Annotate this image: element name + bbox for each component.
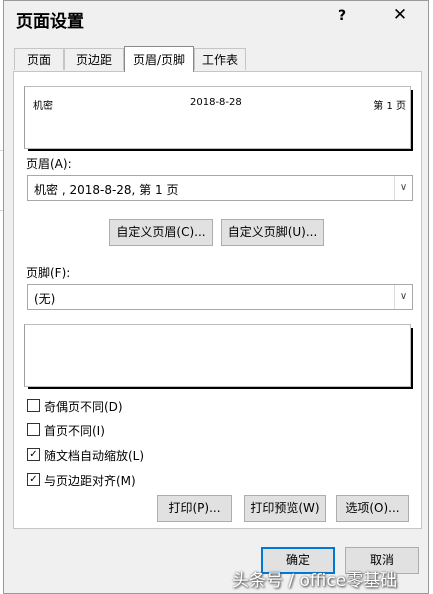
header-dropdown-value: 机密 , 2018-8-28, 第 1 页 xyxy=(34,183,179,197)
watermark-text: 头条号 / office零基础 xyxy=(232,571,398,591)
chevron-down-icon[interactable]: ∨ xyxy=(394,285,412,309)
page-setup-dialog: 页面设置 ? ✕ 页面 页边距 页眉/页脚 工作表 机密 2018-8-28 第… xyxy=(3,0,429,594)
header-preview-center: 2018-8-28 xyxy=(190,97,242,108)
tab-margins[interactable]: 页边距 xyxy=(64,48,124,70)
scale-with-document-label: 随文档自动缩放(L) xyxy=(44,449,145,463)
options-button[interactable]: 选项(O)... xyxy=(336,495,409,522)
checkbox-icon[interactable] xyxy=(27,399,40,412)
check-icon[interactable]: ✓ xyxy=(27,448,40,461)
tab-sheet[interactable]: 工作表 xyxy=(194,48,246,70)
close-button[interactable]: ✕ xyxy=(389,5,411,25)
first-page-label: 首页不同(I) xyxy=(44,424,105,438)
print-preview-button[interactable]: 打印预览(W) xyxy=(244,495,326,522)
header-label: 页眉(A): xyxy=(26,157,72,171)
print-button[interactable]: 打印(P)... xyxy=(157,495,232,522)
tab-page[interactable]: 页面 xyxy=(14,48,64,70)
footer-label: 页脚(F): xyxy=(26,266,71,280)
tab-header-footer[interactable]: 页眉/页脚 xyxy=(124,46,194,72)
checkbox-icon[interactable] xyxy=(27,423,40,436)
header-preview-right: 第 1 页 xyxy=(373,101,406,112)
check-icon[interactable]: ✓ xyxy=(27,473,40,486)
footer-preview xyxy=(24,324,413,389)
dialog-title: 页面设置 xyxy=(16,12,84,32)
chevron-down-icon[interactable]: ∨ xyxy=(394,176,412,200)
align-margins-label: 与页边距对齐(M) xyxy=(44,474,136,488)
custom-header-button[interactable]: 自定义页眉(C)... xyxy=(109,219,213,246)
header-preview: 机密 2018-8-28 第 1 页 xyxy=(24,86,413,151)
custom-footer-button[interactable]: 自定义页脚(U)... xyxy=(221,219,324,246)
footer-dropdown[interactable]: (无) ∨ xyxy=(27,284,413,310)
header-preview-left: 机密 xyxy=(33,101,53,112)
footer-dropdown-value: (无) xyxy=(34,292,56,306)
odd-even-label: 奇偶页不同(D) xyxy=(44,400,123,414)
header-dropdown[interactable]: 机密 , 2018-8-28, 第 1 页 ∨ xyxy=(27,175,413,201)
help-button[interactable]: ? xyxy=(338,8,346,24)
